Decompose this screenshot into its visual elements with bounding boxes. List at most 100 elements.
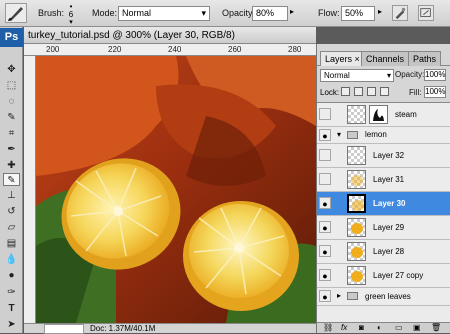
adjustment-layer-icon[interactable]: ◐ [377,323,382,333]
brush-tool-icon[interactable]: ✎ [3,173,20,186]
layer-group-lemon[interactable]: ● ▾ lemon [317,127,450,144]
layer-group-green-leaves[interactable]: ● ▸ green leaves [317,288,450,306]
tab-layers[interactable]: Layers × [320,51,365,66]
lock-transparent-icon[interactable] [341,87,350,96]
horizontal-ruler[interactable]: 200 220 240 260 280 [24,44,316,56]
vertical-ruler[interactable] [24,56,36,323]
layer-row-32[interactable]: ● Layer 32 [317,144,450,168]
layer-style-icon[interactable]: fx [341,323,347,333]
brush-size-value: 6 [68,10,74,19]
quick-select-tool-icon[interactable]: ✎ [3,111,20,124]
fill-input[interactable]: 100% [424,86,446,98]
layer-name: Layer 27 copy [373,271,424,280]
flow-slider-arrow-icon[interactable]: ▸ [378,7,382,16]
layer-thumbnail [347,105,366,124]
airbrush-icon[interactable] [392,5,408,21]
mode-select[interactable]: Normal ▾ [118,6,210,21]
opacity-slider-arrow-icon[interactable]: ▸ [290,7,294,16]
flow-label: Flow: [318,8,340,18]
crop-tool-icon[interactable]: ⌗ [3,127,20,140]
path-select-tool-icon[interactable]: ➤ [3,318,20,331]
layer-mask-thumbnail[interactable] [369,105,388,124]
eyedropper-tool-icon[interactable]: ✒ [3,143,20,156]
chevron-down-icon: ▾ [386,71,391,80]
layer-row-28[interactable]: ● Layer 28 [317,240,450,264]
visibility-toggle[interactable]: ● [319,245,331,257]
layers-list: ● steam ● ▾ lemon ● Layer 32 ● Layer 31 … [317,102,450,322]
lemon-thumb-shape [351,175,363,186]
delete-layer-icon[interactable]: 🗑 [431,323,441,333]
brush-label: Brush: [38,8,65,18]
lock-label: Lock: [320,88,340,97]
layer-row-30[interactable]: ● Layer 30 [317,192,450,216]
fill-label: Fill: [409,88,422,97]
visibility-toggle[interactable]: ● [319,269,331,281]
layer-opacity-input[interactable]: 100% [424,69,446,81]
layer-thumbnail [347,218,366,237]
gradient-tool-icon[interactable]: ▤ [3,237,20,250]
options-bar: Brush: • 6 ▾ Mode: Normal ▾ Opacity: 80%… [0,0,450,27]
type-tool-icon[interactable]: T [3,302,20,315]
painting-artwork [36,56,316,323]
layer-thumbnail [347,266,366,285]
visibility-toggle[interactable]: ● [319,173,331,185]
ruler-tick: 260 [228,45,242,54]
ruler-tick: 200 [46,45,60,54]
layer-thumbnail [347,170,366,189]
flow-value: 50% [345,8,364,18]
folder-icon [347,292,358,300]
pen-tool-icon[interactable]: ✑ [3,286,20,299]
visibility-toggle[interactable]: ● [319,290,331,302]
tab-channels[interactable]: Channels [361,51,410,66]
history-brush-tool-icon[interactable]: ↺ [3,205,20,218]
lock-image-icon[interactable] [354,87,363,96]
blur-tool-icon[interactable]: 💧 [3,253,20,266]
visibility-toggle[interactable]: ● [319,129,331,141]
layer-row-29[interactable]: ● Layer 29 [317,216,450,240]
healing-tool-icon[interactable]: ✚ [3,159,20,172]
ruler-tick: 240 [168,45,182,54]
add-mask-icon[interactable]: ◙ [359,323,364,333]
stamp-tool-icon[interactable]: ⊥ [3,189,20,202]
layers-panel: Layers × Channels Paths Normal ▾ Opacity… [316,44,450,333]
dodge-tool-icon[interactable]: ● [3,269,20,282]
tablet-pressure-icon[interactable] [418,5,434,21]
chevron-down-icon: ▾ [201,8,206,18]
group-expand-icon[interactable]: ▾ [337,130,341,139]
photoshop-logo: Ps [0,28,23,47]
layer-name: steam [395,110,417,119]
visibility-toggle[interactable]: ● [319,149,331,161]
visibility-toggle[interactable]: ● [319,197,331,209]
layer-row-27-copy[interactable]: ● Layer 27 copy [317,264,450,288]
layer-thumbnail [347,242,366,261]
layer-row-steam[interactable]: ● steam [317,103,450,127]
tab-paths[interactable]: Paths [408,51,442,66]
flow-input[interactable]: 50% [341,6,375,21]
eraser-tool-icon[interactable]: ▱ [3,221,20,234]
opacity-value: 80% [256,8,275,18]
lock-all-icon[interactable] [380,87,389,96]
group-collapsed-icon[interactable]: ▸ [337,291,341,300]
layer-row-31[interactable]: ● Layer 31 [317,168,450,192]
new-group-icon[interactable]: ▭ [395,323,403,333]
document-canvas[interactable] [36,56,316,323]
lock-position-icon[interactable] [367,87,376,96]
move-tool-icon[interactable]: ✥ [3,63,20,76]
brush-size-picker[interactable]: • 6 ▾ [64,3,78,27]
layer-name: Layer 32 [373,151,405,160]
blend-mode-select[interactable]: Normal ▾ [320,69,394,82]
lemon-thumb-shape [351,223,363,234]
lasso-tool-icon[interactable]: ◌ [3,95,20,108]
mode-label: Mode: [92,8,118,18]
visibility-toggle[interactable]: ● [319,221,331,233]
brush-preset-icon[interactable] [5,3,27,23]
layer-name: lemon [365,130,387,139]
document-title-bar[interactable]: turkey_tutorial.psd @ 300% (Layer 30, RG… [24,27,316,44]
layer-name: Layer 31 [373,175,405,184]
new-layer-icon[interactable]: ▣ [413,323,421,333]
opacity-input[interactable]: 80% [252,6,288,21]
marquee-tool-icon[interactable]: ⬚ [3,79,20,92]
visibility-toggle[interactable]: ● [319,108,331,120]
folder-icon [347,131,358,139]
link-layers-icon[interactable]: ⛓ [323,323,333,333]
